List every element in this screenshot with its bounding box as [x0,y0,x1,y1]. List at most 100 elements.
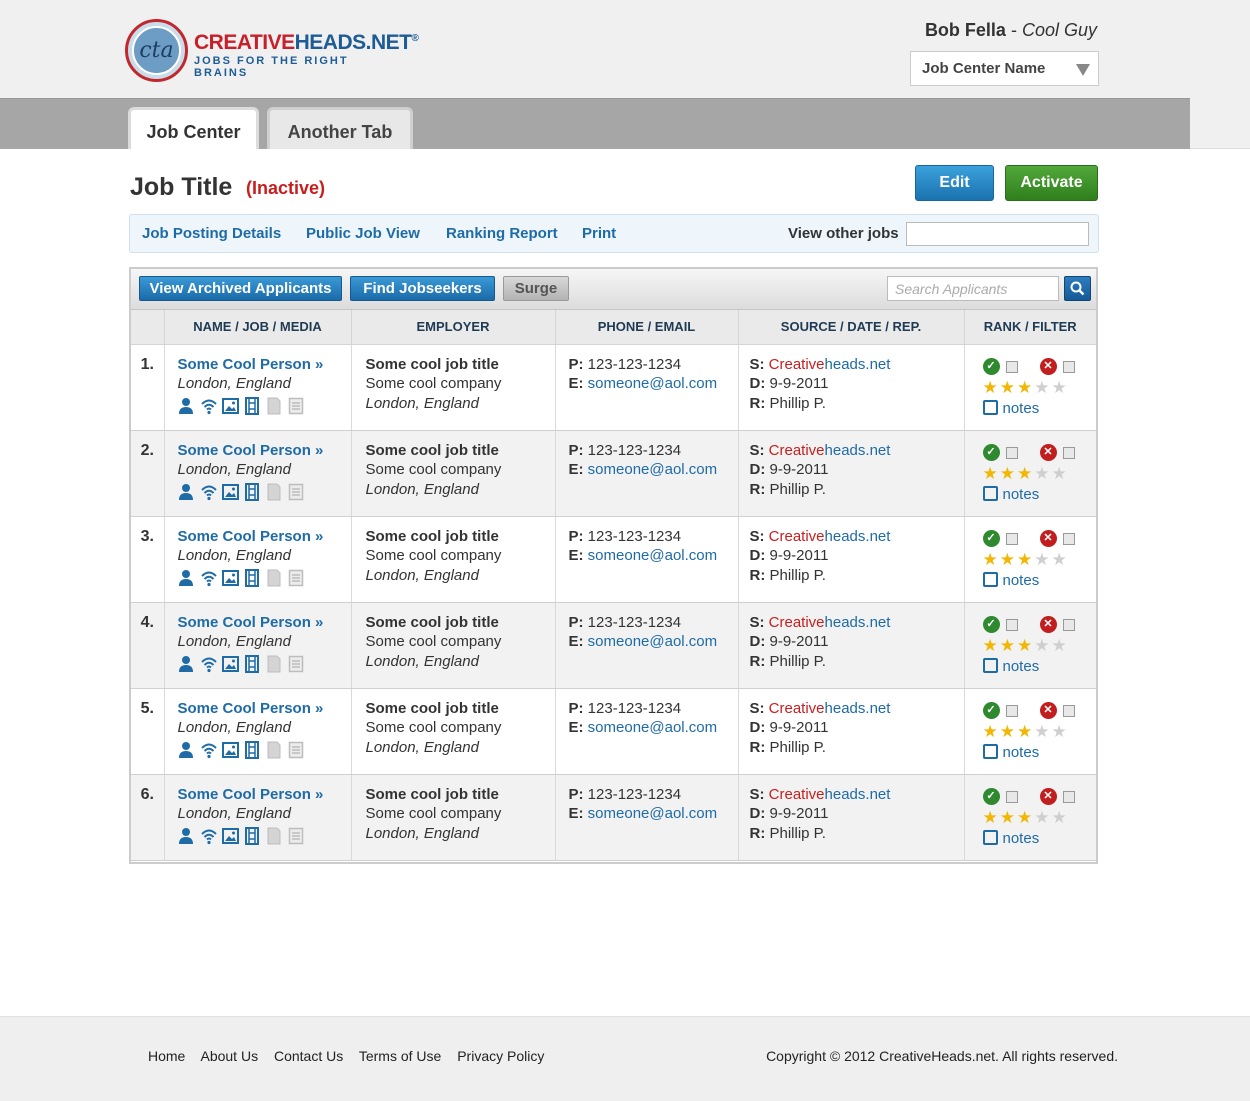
star-empty-icon[interactable]: ★ [1052,550,1069,569]
approve-checkbox[interactable] [1005,618,1018,631]
email-link[interactable]: someone@aol.com [588,719,717,736]
approve-checkbox[interactable] [1005,360,1018,373]
person-icon[interactable] [178,397,194,415]
email-link[interactable]: someone@aol.com [588,461,717,478]
star-rating[interactable]: ★★★★★ [983,550,1097,570]
document-icon[interactable] [266,827,282,845]
film-icon[interactable] [244,396,260,415]
film-icon[interactable] [244,740,260,759]
approve-checkbox[interactable] [1005,790,1018,803]
view-archived-applicants-button[interactable]: View Archived Applicants [139,276,342,301]
star-empty-icon[interactable]: ★ [1034,636,1051,655]
applicant-name-link[interactable]: Some Cool Person » [178,527,351,547]
tab-another-tab[interactable]: Another Tab [267,107,413,149]
applicant-name-link[interactable]: Some Cool Person » [178,699,351,719]
image-icon[interactable] [221,827,239,845]
reject-icon[interactable]: ✕ [1039,444,1057,462]
edit-button[interactable]: Edit [915,165,994,201]
reject-icon[interactable]: ✕ [1039,616,1057,634]
reject-checkbox[interactable] [1062,790,1075,803]
person-icon[interactable] [178,741,194,759]
star-filled-icon[interactable]: ★ [1000,464,1017,483]
wifi-icon[interactable] [200,655,217,673]
footer-link-terms-of-use[interactable]: Terms of Use [359,1048,441,1064]
star-filled-icon[interactable]: ★ [983,378,1000,397]
applicant-name-link[interactable]: Some Cool Person » [178,355,351,375]
subnav-link-job-posting-details[interactable]: Job Posting Details [142,225,281,242]
star-filled-icon[interactable]: ★ [1017,722,1034,741]
footer-link-privacy-policy[interactable]: Privacy Policy [457,1048,544,1064]
star-empty-icon[interactable]: ★ [1052,636,1069,655]
reject-icon[interactable]: ✕ [1039,702,1057,720]
email-link[interactable]: someone@aol.com [588,375,717,392]
reject-checkbox[interactable] [1062,704,1075,717]
image-icon[interactable] [221,397,239,415]
image-icon[interactable] [221,655,239,673]
notebook-icon[interactable] [288,483,304,501]
footer-link-about-us[interactable]: About Us [200,1048,258,1064]
approve-checkbox[interactable] [1005,446,1018,459]
notes-link[interactable]: notes [982,399,1097,419]
notebook-icon[interactable] [288,655,304,673]
star-filled-icon[interactable]: ★ [983,550,1000,569]
reject-icon[interactable]: ✕ [1039,788,1057,806]
star-empty-icon[interactable]: ★ [1034,808,1051,827]
document-icon[interactable] [266,569,282,587]
star-empty-icon[interactable]: ★ [1034,550,1051,569]
star-rating[interactable]: ★★★★★ [983,636,1097,656]
find-jobseekers-button[interactable]: Find Jobseekers [350,276,495,301]
film-icon[interactable] [244,654,260,673]
notebook-icon[interactable] [288,569,304,587]
image-icon[interactable] [221,569,239,587]
applicant-name-link[interactable]: Some Cool Person » [178,441,351,461]
view-other-jobs-input[interactable] [906,222,1089,246]
person-icon[interactable] [178,827,194,845]
wifi-icon[interactable] [200,827,217,845]
star-rating[interactable]: ★★★★★ [983,722,1097,742]
wifi-icon[interactable] [200,483,217,501]
image-icon[interactable] [221,741,239,759]
tab-job-center[interactable]: Job Center [128,107,259,149]
star-empty-icon[interactable]: ★ [1034,722,1051,741]
star-filled-icon[interactable]: ★ [1000,722,1017,741]
document-icon[interactable] [266,655,282,673]
star-filled-icon[interactable]: ★ [1017,378,1034,397]
email-link[interactable]: someone@aol.com [588,547,717,564]
person-icon[interactable] [178,483,194,501]
notes-link[interactable]: notes [982,829,1097,849]
star-filled-icon[interactable]: ★ [983,636,1000,655]
film-icon[interactable] [244,826,260,845]
applicant-name-link[interactable]: Some Cool Person » [178,785,351,805]
star-filled-icon[interactable]: ★ [1000,550,1017,569]
activate-button[interactable]: Activate [1005,165,1098,201]
star-filled-icon[interactable]: ★ [1000,808,1017,827]
wifi-icon[interactable] [200,397,217,415]
star-rating[interactable]: ★★★★★ [983,378,1097,398]
reject-checkbox[interactable] [1062,532,1075,545]
reject-icon[interactable]: ✕ [1039,358,1057,376]
notes-link[interactable]: notes [982,657,1097,677]
person-icon[interactable] [178,569,194,587]
subnav-link-print[interactable]: Print [582,225,616,242]
notes-link[interactable]: notes [982,485,1097,505]
wifi-icon[interactable] [200,569,217,587]
star-filled-icon[interactable]: ★ [983,722,1000,741]
approve-icon[interactable]: ✓ [982,616,1000,634]
reject-checkbox[interactable] [1062,360,1075,373]
job-center-select[interactable]: Job Center Name [910,51,1099,86]
approve-icon[interactable]: ✓ [982,530,1000,548]
applicant-name-link[interactable]: Some Cool Person » [178,613,351,633]
star-empty-icon[interactable]: ★ [1052,808,1069,827]
reject-checkbox[interactable] [1062,446,1075,459]
approve-icon[interactable]: ✓ [982,702,1000,720]
reject-checkbox[interactable] [1062,618,1075,631]
footer-link-home[interactable]: Home [148,1048,185,1064]
notebook-icon[interactable] [288,827,304,845]
star-filled-icon[interactable]: ★ [1017,550,1034,569]
column-header-phone-email[interactable]: PHONE / EMAIL [555,310,739,345]
star-filled-icon[interactable]: ★ [983,808,1000,827]
search-button[interactable] [1064,276,1091,301]
column-header-employer[interactable]: EMPLOYER [351,310,556,345]
star-rating[interactable]: ★★★★★ [983,808,1097,828]
star-filled-icon[interactable]: ★ [1017,808,1034,827]
